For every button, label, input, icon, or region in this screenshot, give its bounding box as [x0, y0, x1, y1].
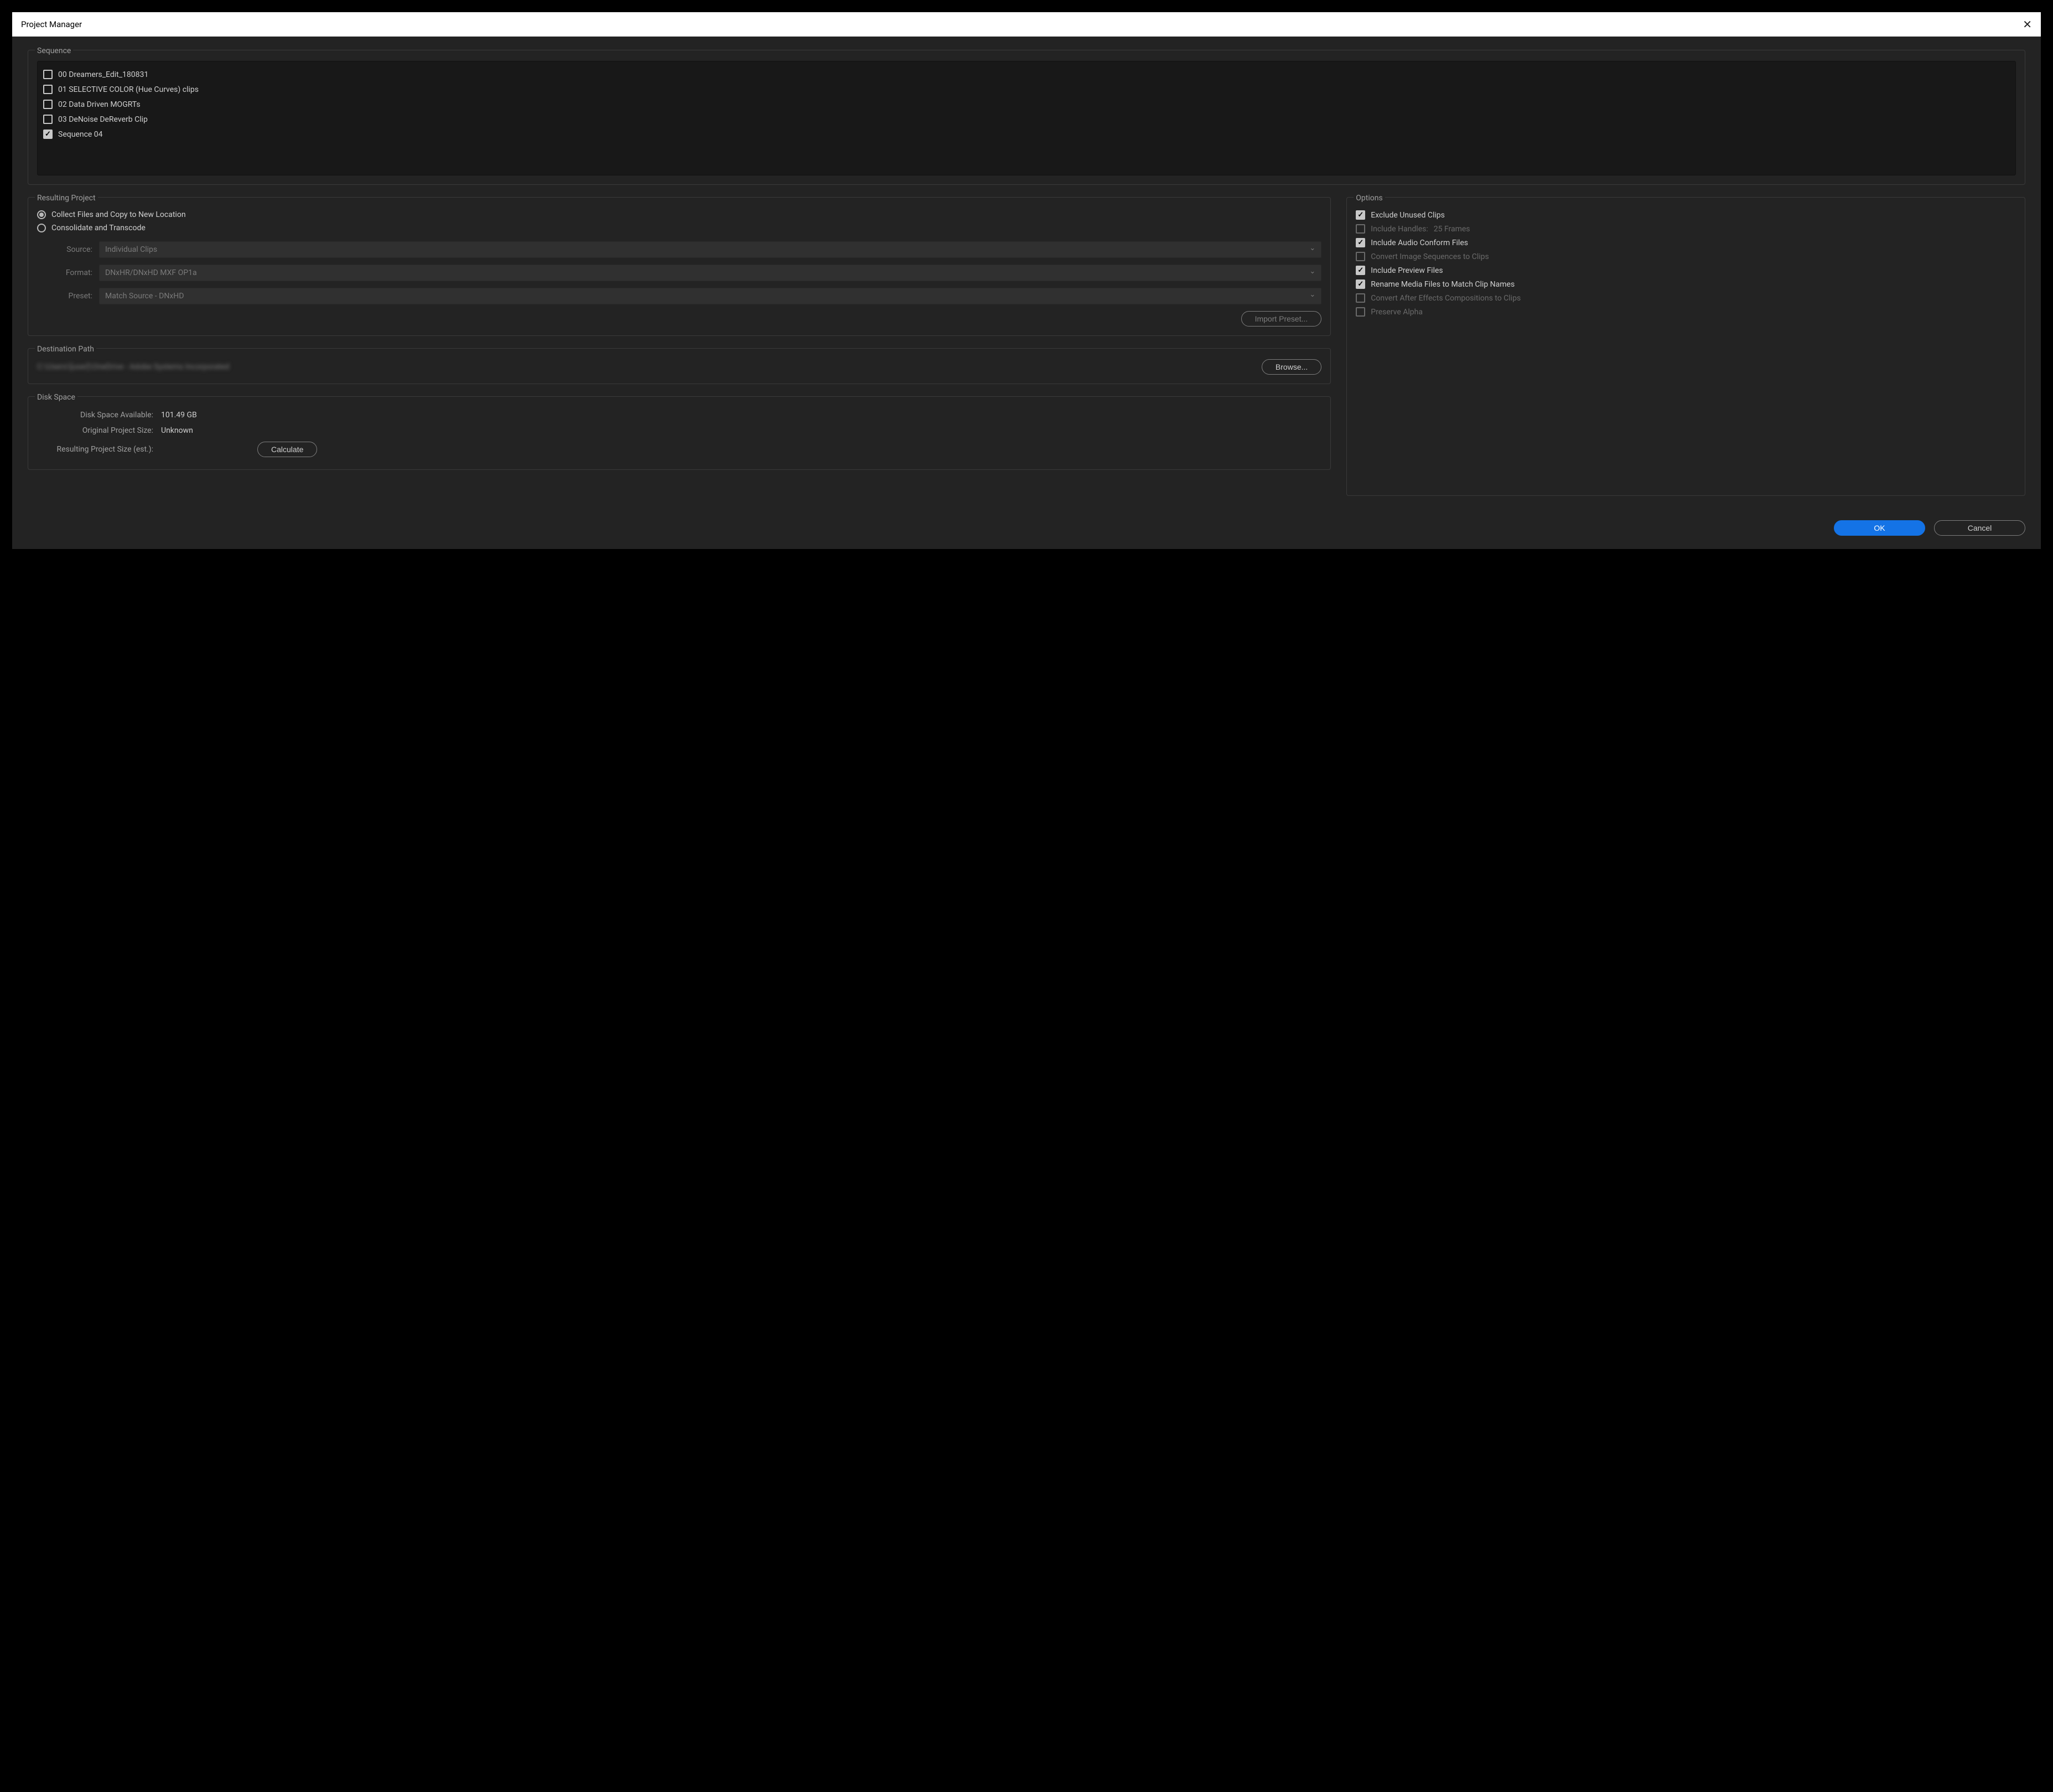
checkbox-icon[interactable] [43, 130, 53, 139]
options-group: Options Exclude Unused Clips Include Han… [1346, 197, 2025, 496]
sequence-item-label: 02 Data Driven MOGRTs [58, 100, 141, 109]
sequence-list: 00 Dreamers_Edit_180831 01 SELECTIVE COL… [37, 61, 2016, 175]
sequence-item-label: 03 DeNoise DeReverb Clip [58, 115, 148, 124]
options-title: Options [1354, 194, 1385, 203]
preset-label: Preset: [37, 292, 92, 301]
sequence-item[interactable]: 01 SELECTIVE COLOR (Hue Curves) clips [43, 82, 2010, 97]
browse-button[interactable]: Browse... [1262, 359, 1321, 375]
destination-path-title: Destination Path [35, 345, 96, 354]
sequence-item-label: 00 Dreamers_Edit_180831 [58, 70, 148, 79]
option-include-handles: Include Handles: 25 Frames [1356, 222, 2016, 236]
ok-button[interactable]: OK [1834, 520, 1925, 536]
option-label: Preserve Alpha [1371, 308, 1423, 317]
include-handles-frames: 25 Frames [1434, 225, 1470, 234]
option-include-preview-files[interactable]: Include Preview Files [1356, 263, 2016, 277]
checkbox-icon[interactable] [1356, 266, 1365, 275]
checkbox-icon[interactable] [43, 115, 53, 124]
resulting-project-group: Resulting Project Collect Files and Copy… [28, 197, 1331, 336]
radio-collect-files[interactable]: Collect Files and Copy to New Location [37, 208, 1321, 221]
radio-icon[interactable] [37, 210, 46, 219]
destination-path-text: C:\Users\[user]\OneDrive - Adobe Systems… [37, 362, 229, 371]
calculate-button[interactable]: Calculate [257, 442, 317, 457]
sequence-item-label: Sequence 04 [58, 130, 103, 139]
disk-space-title: Disk Space [35, 393, 77, 402]
radio-label: Consolidate and Transcode [51, 224, 146, 232]
checkbox-icon[interactable] [1356, 238, 1365, 247]
source-dropdown[interactable]: Individual Clips [99, 241, 1321, 258]
sequence-group-title: Sequence [35, 46, 73, 55]
disk-available-label: Disk Space Available: [37, 411, 153, 419]
radio-label: Collect Files and Copy to New Location [51, 210, 186, 219]
option-label: Convert Image Sequences to Clips [1371, 252, 1489, 261]
checkbox-icon [1356, 224, 1365, 234]
radio-icon[interactable] [37, 224, 46, 232]
checkbox-icon[interactable] [43, 70, 53, 79]
option-label: Include Preview Files [1371, 266, 1443, 275]
sequence-item[interactable]: 03 DeNoise DeReverb Clip [43, 112, 2010, 127]
checkbox-icon [1356, 252, 1365, 261]
sequence-item[interactable]: 00 Dreamers_Edit_180831 [43, 67, 2010, 82]
option-include-audio-conform[interactable]: Include Audio Conform Files [1356, 236, 2016, 250]
sequence-item-label: 01 SELECTIVE COLOR (Hue Curves) clips [58, 85, 199, 94]
checkbox-icon[interactable] [43, 85, 53, 94]
resulting-project-size-label: Resulting Project Size (est.): [37, 445, 153, 454]
checkbox-icon[interactable] [1356, 210, 1365, 220]
option-convert-ae-compositions: Convert After Effects Compositions to Cl… [1356, 291, 2016, 305]
option-label: Include Handles: [1371, 225, 1428, 234]
original-project-size-label: Original Project Size: [37, 426, 153, 435]
window-title: Project Manager [21, 19, 82, 29]
option-label: Exclude Unused Clips [1371, 211, 1445, 220]
option-convert-image-sequences: Convert Image Sequences to Clips [1356, 250, 2016, 263]
resulting-project-title: Resulting Project [35, 194, 98, 203]
sequence-group: Sequence 00 Dreamers_Edit_180831 01 SELE… [28, 50, 2025, 185]
source-value: Individual Clips [105, 245, 157, 254]
disk-space-group: Disk Space Disk Space Available: 101.49 … [28, 396, 1331, 470]
option-rename-media-files[interactable]: Rename Media Files to Match Clip Names [1356, 277, 2016, 291]
checkbox-icon[interactable] [43, 100, 53, 109]
titlebar: Project Manager ✕ [12, 12, 2041, 37]
original-project-size-value: Unknown [161, 426, 227, 435]
format-dropdown[interactable]: DNxHR/DNxHD MXF OP1a [99, 265, 1321, 281]
checkbox-icon[interactable] [1356, 279, 1365, 289]
format-value: DNxHR/DNxHD MXF OP1a [105, 268, 197, 277]
option-label: Include Audio Conform Files [1371, 239, 1468, 247]
destination-path-group: Destination Path C:\Users\[user]\OneDriv… [28, 348, 1331, 384]
source-label: Source: [37, 245, 92, 254]
sequence-item[interactable]: Sequence 04 [43, 127, 2010, 142]
option-label: Rename Media Files to Match Clip Names [1371, 280, 1515, 289]
cancel-button[interactable]: Cancel [1934, 520, 2025, 536]
format-label: Format: [37, 268, 92, 277]
option-label: Convert After Effects Compositions to Cl… [1371, 294, 1521, 303]
dialog-footer: OK Cancel [28, 520, 2025, 536]
preset-value: Match Source - DNxHD [105, 292, 184, 301]
checkbox-icon [1356, 307, 1365, 317]
preset-dropdown[interactable]: Match Source - DNxHD [99, 288, 1321, 304]
radio-consolidate-transcode[interactable]: Consolidate and Transcode [37, 221, 1321, 235]
project-manager-dialog: Project Manager ✕ Sequence 00 Dreamers_E… [9, 9, 2044, 552]
option-preserve-alpha: Preserve Alpha [1356, 305, 2016, 319]
checkbox-icon [1356, 293, 1365, 303]
import-preset-button[interactable]: Import Preset... [1241, 311, 1322, 327]
disk-available-value: 101.49 GB [161, 411, 227, 419]
close-icon[interactable]: ✕ [2023, 18, 2032, 31]
option-exclude-unused-clips[interactable]: Exclude Unused Clips [1356, 208, 2016, 222]
sequence-item[interactable]: 02 Data Driven MOGRTs [43, 97, 2010, 112]
